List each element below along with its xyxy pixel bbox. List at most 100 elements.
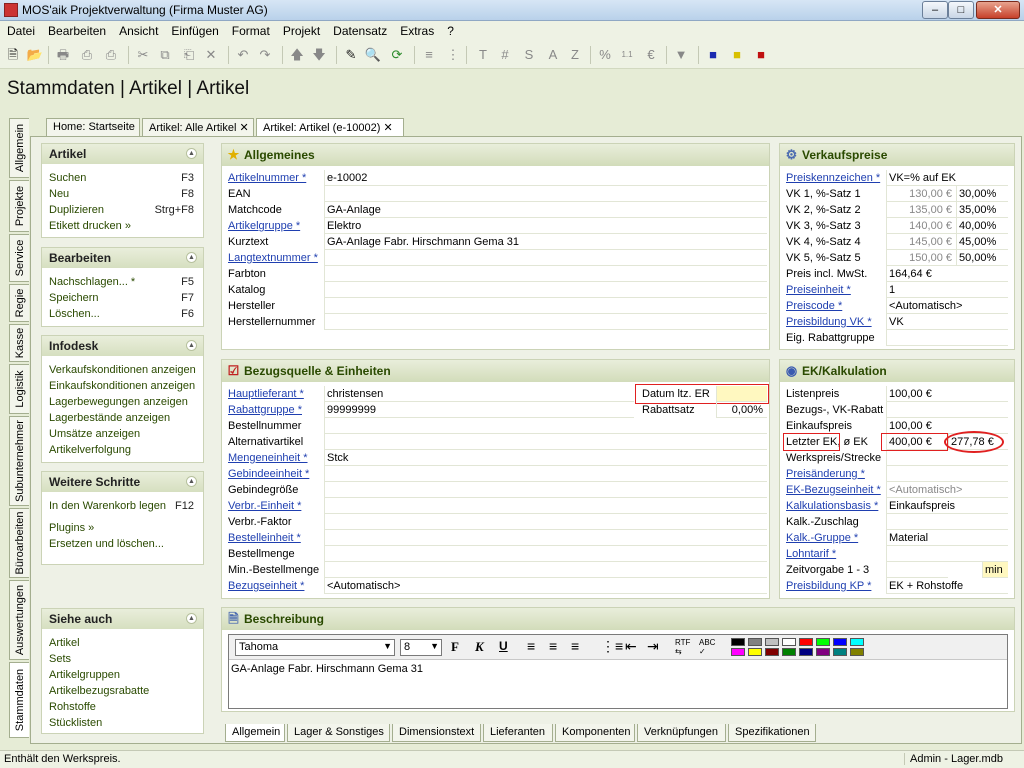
field-value[interactable]: Einkaufspreis [886,498,1008,514]
field-label[interactable]: Preisbildung KP * [786,580,871,592]
sidebar-item-umsaetze[interactable]: Umsätze anzeigen [42,426,203,442]
field-value[interactable]: <Automatisch> [324,578,767,594]
undo-icon[interactable]: ↶ [234,46,252,64]
sidebar-item-neu[interactable]: Neu F8 [42,186,203,202]
font-select[interactable]: Tahoma ▼ [235,639,395,656]
bold-icon[interactable]: F [451,639,459,655]
field-value[interactable]: Elektro [324,218,767,234]
copy-icon[interactable]: ⧉ [156,46,174,64]
field-label[interactable]: Preisbildung VK * [786,316,872,328]
percent-field[interactable]: 40,00% [956,218,1008,234]
color-swatch[interactable] [748,638,762,646]
font-size-select[interactable]: 8 ▼ [400,639,442,656]
color-swatch[interactable] [782,638,796,646]
sidebar-item-lagerbestaende[interactable]: Lagerbestände anzeigen [42,410,203,426]
spellcheck-icon[interactable]: ABC ✓ [699,638,715,656]
field-label[interactable]: Kalk.-Gruppe * [786,532,858,544]
field-label[interactable]: Hauptlieferant * [228,388,304,400]
field-value[interactable]: Material [886,530,1008,546]
collapse-icon[interactable]: ▲ [186,148,197,159]
tab-home[interactable]: Home: Startseite [46,118,140,136]
user-blue-icon[interactable]: ■ [704,46,722,64]
open-folder-icon[interactable]: 📂 [26,46,44,64]
sidebar-item-rohstoffe[interactable]: Rohstoffe [42,699,203,715]
field-label[interactable]: EK-Bezugseinheit * [786,484,881,496]
field-label[interactable]: Preisänderung * [786,468,865,480]
field-value[interactable] [324,514,767,530]
maximize-button[interactable]: □ [948,1,974,19]
field-value[interactable]: 100,00 € [886,386,1008,402]
sidebar-item-artikelverfolgung[interactable]: Artikelverfolgung [42,442,203,458]
field-value[interactable] [324,418,767,434]
percent-field[interactable]: 35,00% [956,202,1008,218]
sidebar-header[interactable]: Infodesk ▲ [42,336,203,356]
bullet-list-icon[interactable]: ⋮≡ [601,638,623,655]
sidebar-item-plugins[interactable]: Plugins » [42,520,203,536]
percent-field[interactable]: 45,00% [956,234,1008,250]
vtab-service[interactable]: Service [9,234,29,282]
vtab-auswertungen[interactable]: Auswertungen [9,580,29,660]
sidebar-header[interactable]: Weitere Schritte ▲ [42,472,203,492]
sidebar-item-stuecklisten[interactable]: Stücklisten [42,715,203,731]
field-label[interactable]: Verbr.-Einheit * [228,500,301,512]
user-yellow-icon[interactable]: ■ [728,46,746,64]
field-value[interactable] [324,466,767,482]
tab-lager-sonstiges[interactable]: Lager & Sonstiges [287,724,390,742]
field-value[interactable] [324,434,767,450]
field-value[interactable] [324,298,767,314]
new-file-icon[interactable]: 🗎 [4,46,22,64]
menu-datensatz[interactable]: Datensatz [326,21,393,38]
vtab-regie[interactable]: Regie [9,284,29,322]
sidebar-item-speichern[interactable]: Speichern F7 [42,290,203,306]
field-value[interactable]: EK + Rohstoffe [886,578,1008,594]
tab-allgemein[interactable]: Allgemein [225,724,285,742]
color-swatch[interactable] [833,638,847,646]
percent-field[interactable]: 50,00% [956,250,1008,266]
color-swatch[interactable] [799,648,813,656]
field-value[interactable] [324,314,767,330]
field-value[interactable] [324,498,767,514]
field-value[interactable]: <Automatisch> [886,482,1008,498]
funnel-icon[interactable]: ▼ [672,46,690,64]
field-value[interactable] [886,450,1008,466]
field-value[interactable]: e-10002 [324,170,767,186]
menu-format[interactable]: Format [225,21,276,38]
field-label[interactable]: Bestelleinheit * [228,532,301,544]
field-value[interactable]: VK=% auf EK [886,170,1008,186]
color-swatch[interactable] [765,648,779,656]
print-preview-icon[interactable]: 🖶 [54,46,72,64]
percent-field[interactable]: 30,00% [956,186,1008,202]
rabattsatz-field[interactable]: 0,00% [716,402,767,418]
user-red-icon[interactable]: ■ [752,46,770,64]
close-tab-icon[interactable]: ✕ [239,122,248,134]
arrow-down-icon[interactable]: 🡇 [310,46,328,64]
sidebar-item-nachschlagen[interactable]: Nachschlagen... * F5 [42,274,203,290]
field-value[interactable]: 99999999 [324,402,634,418]
color-swatch[interactable] [816,638,830,646]
italic-icon[interactable]: K [475,639,484,655]
sidebar-item-etikett[interactable]: Etikett drucken » [42,218,203,234]
cut-icon[interactable]: ✂ [134,46,152,64]
field-label[interactable]: Langtextnummer * [228,252,318,264]
field-value[interactable] [324,530,767,546]
field-label[interactable]: Artikelnummer * [228,172,306,184]
list-icon[interactable]: ⋮ [444,46,462,64]
field-label[interactable]: Rabattgruppe * [228,404,302,416]
field-value[interactable] [324,562,767,578]
color-swatch[interactable] [850,638,864,646]
field-value[interactable] [324,250,767,266]
field-value[interactable]: 100,00 € [886,418,1008,434]
tab-alle-artikel[interactable]: Artikel: Alle Artikel ✕ [142,118,254,136]
close-tab-icon[interactable]: ✕ [383,122,392,134]
field-value[interactable] [324,482,767,498]
field-value[interactable]: christensen [324,386,634,402]
refresh-icon[interactable]: ⟳ [388,46,406,64]
field-value[interactable] [886,514,1008,530]
align-right-icon[interactable]: ≡ [571,638,579,654]
sum-s-icon[interactable]: S [520,46,538,64]
field-value[interactable]: 130,00 € [886,186,956,202]
sidebar-item-verkaufskonditionen[interactable]: Verkaufskonditionen anzeigen [42,362,203,378]
vtab-stammdaten[interactable]: Stammdaten [9,662,29,738]
collapse-icon[interactable]: ▲ [186,613,197,624]
indent-icon[interactable]: ⇥ [647,638,659,655]
